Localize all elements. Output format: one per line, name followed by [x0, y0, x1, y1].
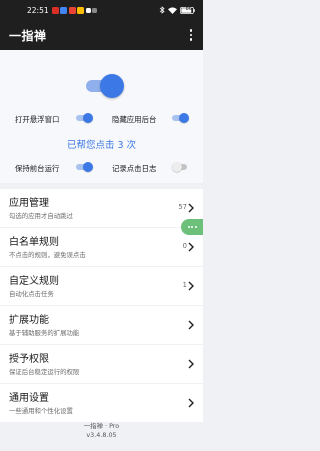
menu-item-title: 应用管理 — [9, 198, 49, 209]
status-bar: 22:51 86 — [0, 0, 203, 20]
notification-icon — [51, 6, 59, 14]
app-bar: 一指禅 — [0, 20, 203, 50]
menu-item-app-management[interactable]: 应用管理 勾选的应用才自动跳过 57 — [0, 189, 203, 227]
chevron-right-icon — [188, 203, 194, 213]
menu-item-title: 授予权限 — [9, 354, 49, 365]
floating-window-handle[interactable] — [181, 219, 203, 235]
bluetooth-icon — [159, 6, 165, 14]
menu-item-title: 通用设置 — [9, 393, 49, 404]
log-clicks-switch[interactable] — [172, 162, 189, 172]
notification-icon — [68, 6, 76, 14]
battery-level: 86 — [185, 6, 192, 12]
menu-item-whitelist-rules[interactable]: 白名单规则 不点击的规则，避免误点击 0 — [0, 228, 203, 266]
menu-item-grant-permissions[interactable]: 授予权限 保证后台稳定运行的权限 — [0, 345, 203, 383]
menu-item-custom-rules[interactable]: 自定义规则 自动化点击任务 1 — [0, 267, 203, 305]
more-vert-icon[interactable] — [185, 27, 197, 43]
option-label-hide-background: 隐藏应用后台 — [112, 115, 157, 124]
notification-icon — [77, 6, 85, 14]
menu-item-subtitle: 保证后台稳定运行的权限 — [9, 368, 80, 376]
menu-item-subtitle: 一些通用和个性化设置 — [9, 407, 73, 415]
footer-version: v3.4.8.05 — [86, 431, 117, 439]
status-time: 22:51 — [27, 5, 49, 15]
click-count-text: 已帮您点击 3 次 — [66, 140, 137, 151]
hero-card: 已帮您点击 3 次 打开悬浮窗口 隐藏应用后台 保持前台运行 记录点击日志 — [0, 50, 203, 183]
menu-item-title: 扩展功能 — [9, 315, 49, 326]
menu-item-subtitle: 自动化点击任务 — [9, 290, 54, 298]
menu-item-subtitle: 勾选的应用才自动跳过 — [9, 212, 73, 220]
chevron-right-icon — [188, 398, 194, 408]
master-switch[interactable] — [84, 73, 124, 99]
floating-window-switch[interactable] — [76, 113, 93, 123]
menu-item-title: 自定义规则 — [9, 276, 59, 287]
notification-icons — [51, 6, 98, 14]
menu-item-count: 57 — [178, 203, 187, 211]
hide-background-switch[interactable] — [172, 113, 189, 123]
notification-icon — [60, 6, 68, 14]
notification-icon — [92, 7, 98, 13]
chevron-right-icon — [188, 242, 194, 252]
menu-item-general-settings[interactable]: 通用设置 一些通用和个性化设置 — [0, 384, 203, 422]
chevron-right-icon — [188, 281, 194, 291]
app-title: 一指禅 — [9, 28, 47, 43]
menu-item-extensions[interactable]: 扩展功能 基于辅助服务的扩展功能 — [0, 306, 203, 344]
option-label-keep-foreground: 保持前台运行 — [15, 164, 60, 173]
chevron-right-icon — [188, 359, 194, 369]
menu-item-subtitle: 基于辅助服务的扩展功能 — [9, 329, 80, 337]
notification-icon — [85, 7, 91, 13]
option-label-floating-window: 打开悬浮窗口 — [15, 115, 60, 124]
menu-item-subtitle: 不点击的规则，避免误点击 — [9, 251, 86, 259]
footer-app-name: 一指禅 · Pro — [83, 422, 120, 430]
chevron-right-icon — [188, 320, 194, 330]
status-right: 86 — [159, 6, 195, 14]
menu-item-title: 白名单规则 — [9, 237, 59, 248]
wifi-icon — [168, 6, 177, 14]
keep-foreground-switch[interactable] — [76, 162, 93, 172]
option-label-log-clicks: 记录点击日志 — [112, 164, 157, 173]
